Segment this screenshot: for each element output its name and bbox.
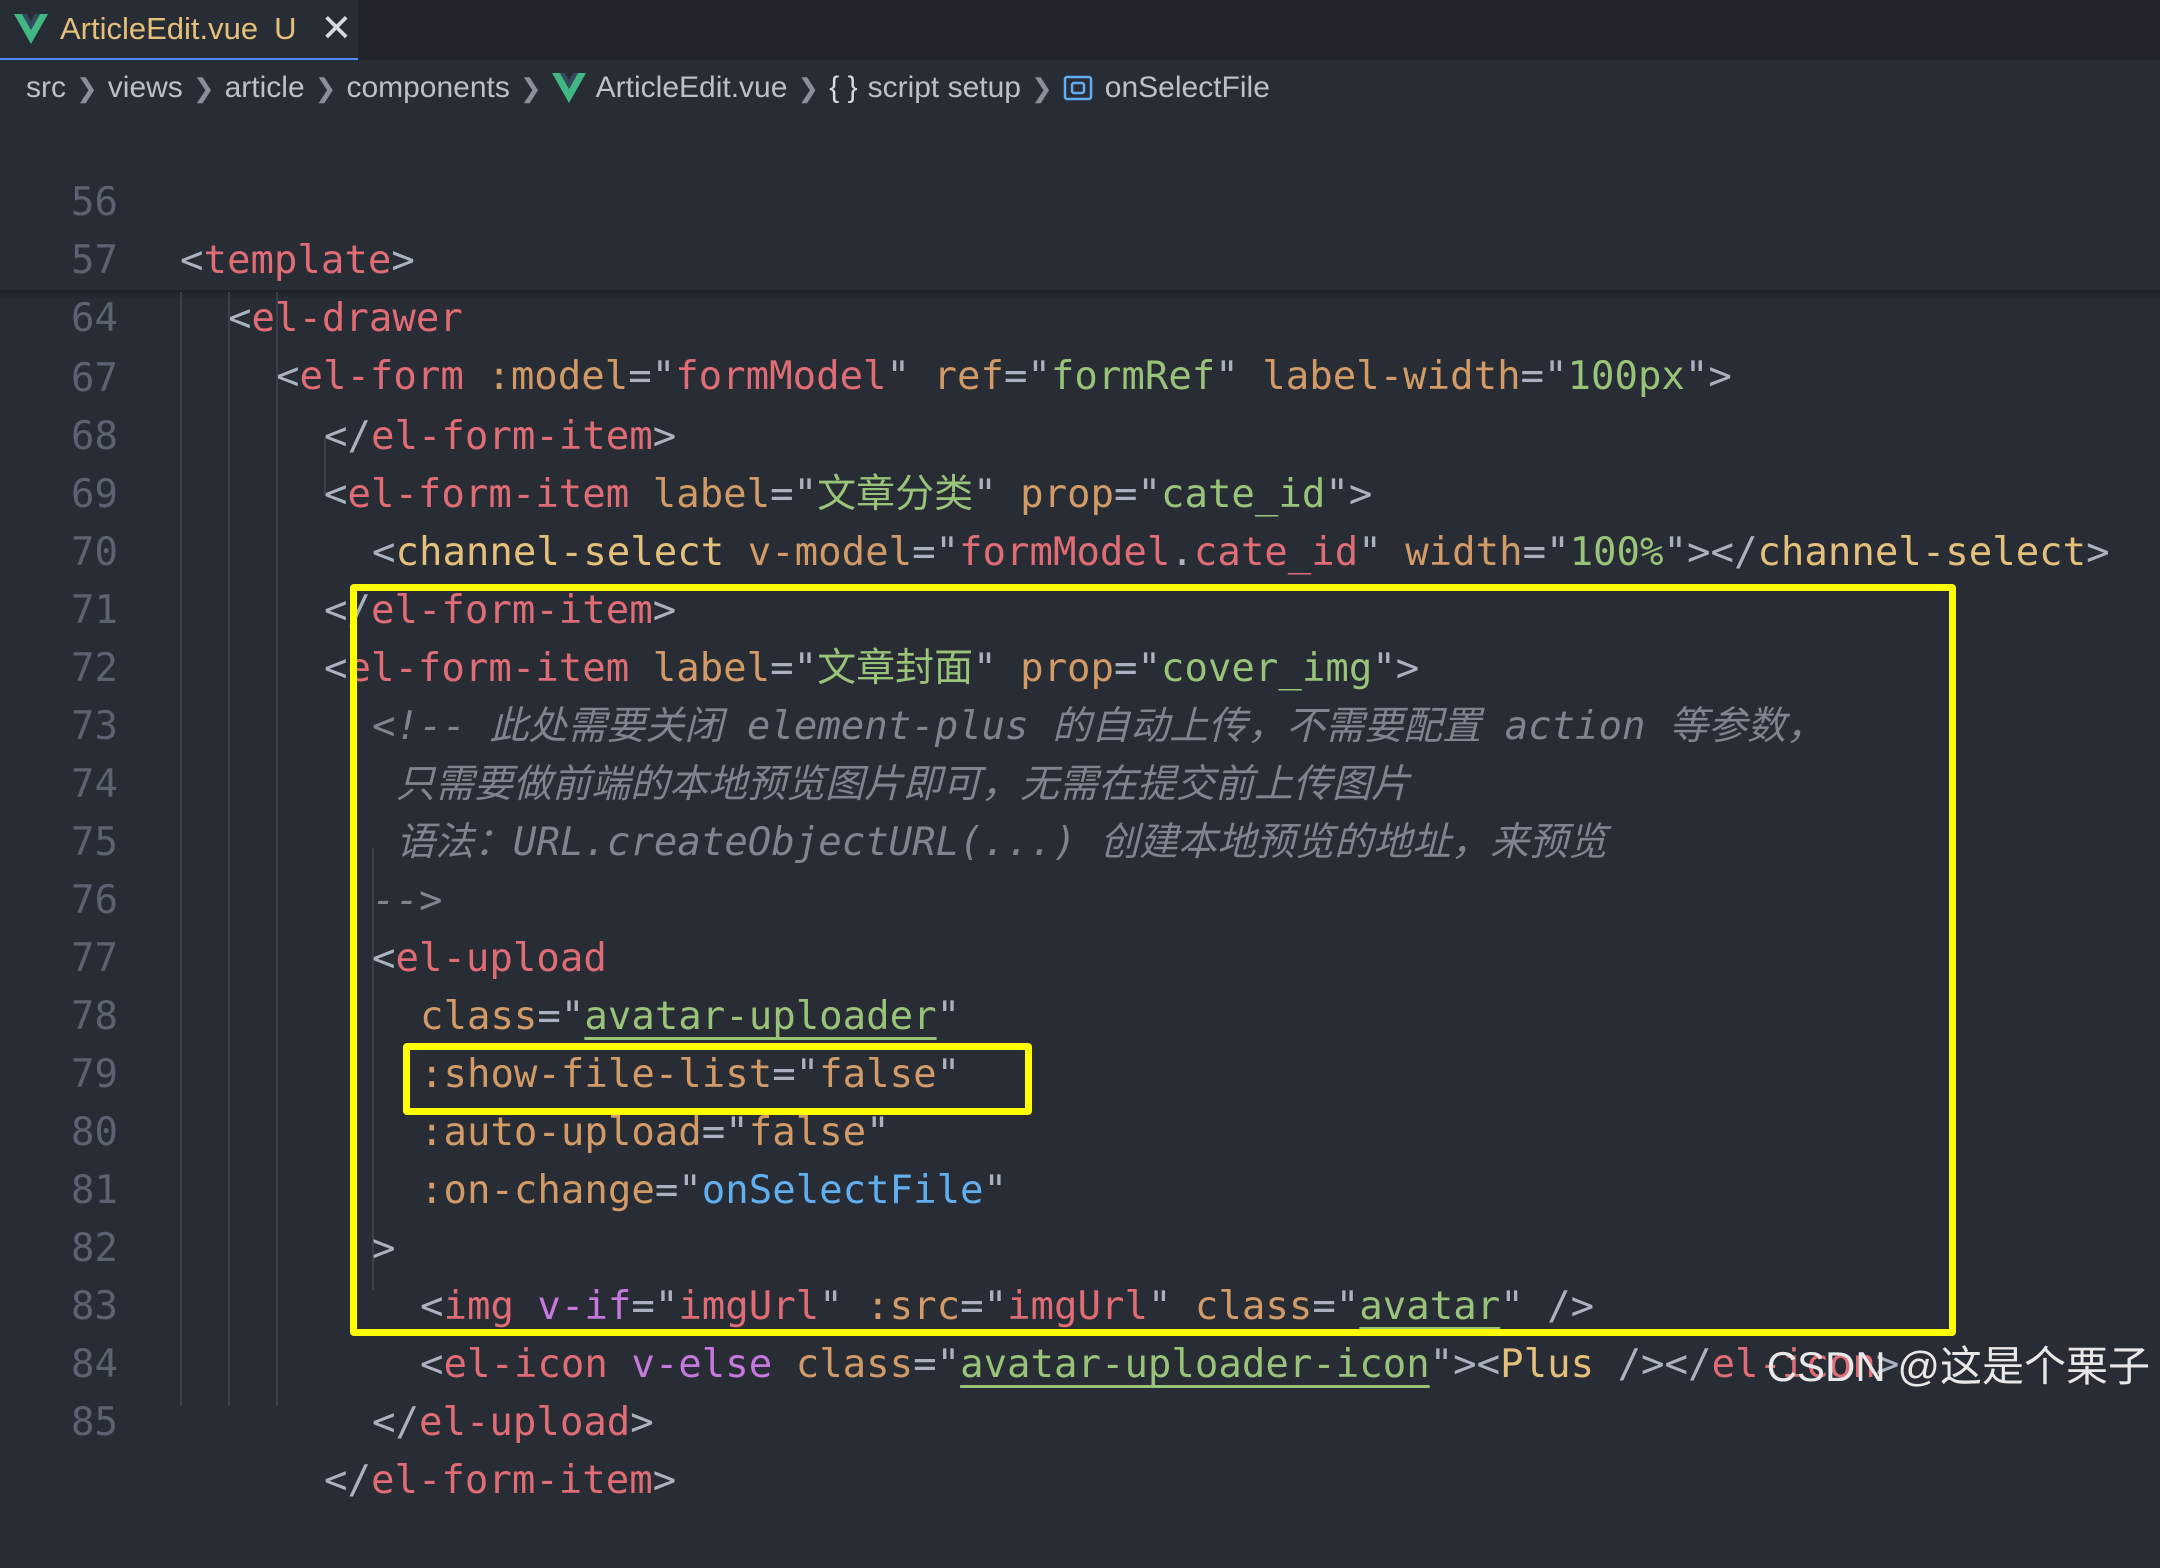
breadcrumb-item-scope[interactable]: script setup <box>868 71 1021 105</box>
breadcrumb-item-file[interactable]: ArticleEdit.vue <box>596 71 788 105</box>
variable-icon <box>1063 75 1093 101</box>
code-line: 57 <el-drawer <box>0 174 2160 341</box>
watermark: CSDN @这是个栗子 <box>1766 1343 2150 1390</box>
braces-icon: { } <box>829 71 858 104</box>
chevron-right-icon: ❯ <box>519 72 542 103</box>
chevron-right-icon: ❯ <box>76 72 98 103</box>
code-line: 70 </el-form-item> <box>0 466 2160 633</box>
tab-git-status: U <box>274 11 297 46</box>
vue-icon <box>551 73 586 103</box>
breadcrumb-item-components[interactable]: components <box>346 71 509 105</box>
highlight-box-on-change <box>403 1043 1032 1115</box>
code-line: 64 <el-form :model="formModel" ref="form… <box>0 232 2160 399</box>
editor-tab-bar: ArticleEdit.vue U ✕ <box>0 0 2160 61</box>
breadcrumb-item-views[interactable]: views <box>108 71 183 105</box>
tab-title: ArticleEdit.vue <box>60 11 259 46</box>
breadcrumb-item-symbol[interactable]: onSelectFile <box>1105 71 1270 105</box>
chevron-right-icon: ❯ <box>797 72 820 103</box>
code-line: 56 <template> <box>0 116 2160 283</box>
editor-tab[interactable]: ArticleEdit.vue U ✕ <box>0 0 358 60</box>
line-number: 85 <box>71 1400 118 1445</box>
code-text: </el-upload> <box>372 1400 654 1445</box>
close-icon[interactable]: ✕ <box>321 10 353 48</box>
breadcrumb-item-article[interactable]: article <box>225 71 305 105</box>
code-text: </el-form-item> <box>324 1458 677 1503</box>
code-line: 69 <channel-select v-model="formModel.ca… <box>0 408 2160 575</box>
chevron-right-icon: ❯ <box>314 72 337 103</box>
code-line: 67 </el-form-item> <box>0 292 2160 459</box>
breadcrumb-item-src[interactable]: src <box>26 71 66 105</box>
breadcrumb: src ❯ views ❯ article ❯ components ❯ Art… <box>0 60 2160 116</box>
chevron-right-icon: ❯ <box>1031 72 1053 103</box>
code-line: 68 <el-form-item label="文章分类" prop="cate… <box>0 350 2160 517</box>
chevron-right-icon: ❯ <box>192 72 215 103</box>
code-line: 71 <el-form-item label="文章封面" prop="cove… <box>0 524 2160 691</box>
vue-icon <box>14 14 48 44</box>
highlight-box-upload-block <box>350 584 1956 1336</box>
